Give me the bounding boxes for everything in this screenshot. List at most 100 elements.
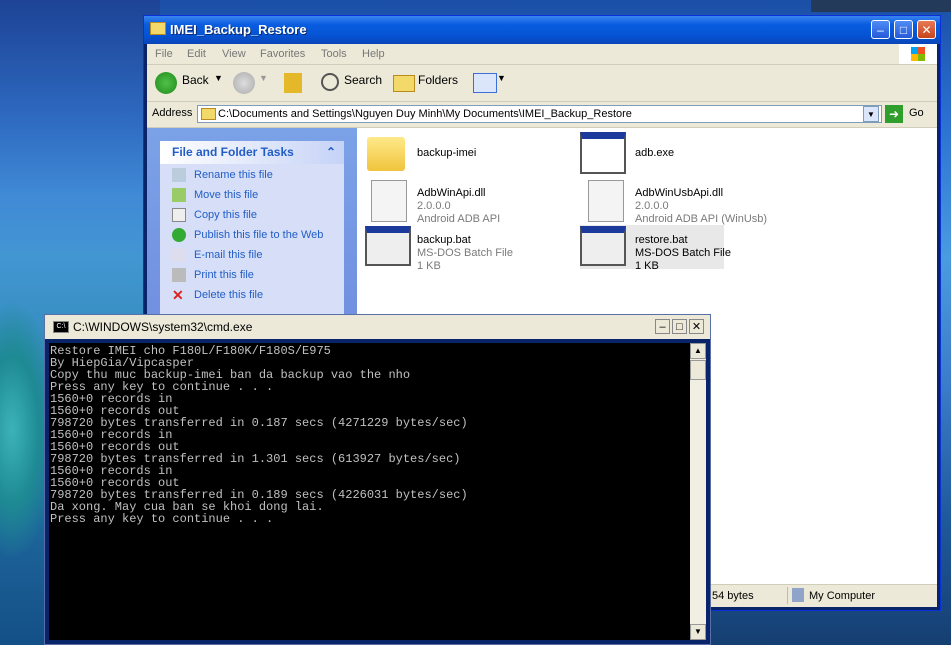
dll-gear-icon bbox=[371, 180, 407, 222]
explorer-title: IMEI_Backup_Restore bbox=[170, 22, 307, 37]
address-bar: Address C:\Documents and Settings\Nguyen… bbox=[147, 102, 937, 128]
file-size: 1 KB bbox=[417, 260, 441, 272]
task-email[interactable]: E-mail this file bbox=[172, 248, 262, 262]
forward-arrow-icon[interactable] bbox=[233, 72, 255, 94]
cmd-window: C:\ C:\WINDOWS\system32\cmd.exe – □ ✕ Re… bbox=[44, 314, 711, 645]
task-copy[interactable]: Copy this file bbox=[172, 208, 257, 222]
background-window-edge bbox=[811, 0, 951, 12]
close-button[interactable]: ✕ bbox=[917, 20, 936, 39]
folder-icon bbox=[367, 137, 405, 171]
file-description: Android ADB API bbox=[417, 213, 501, 225]
console-scrollbar[interactable]: ▲ ▼ bbox=[690, 343, 706, 640]
folders-icon[interactable] bbox=[393, 75, 415, 92]
menu-favorites[interactable]: Favorites bbox=[260, 48, 305, 60]
cmd-title: C:\WINDOWS\system32\cmd.exe bbox=[73, 320, 253, 334]
folders-button[interactable]: Folders bbox=[418, 73, 458, 87]
task-label: Move this file bbox=[194, 188, 259, 201]
task-print[interactable]: Print this file bbox=[172, 268, 254, 282]
address-dropdown-icon[interactable]: ▼ bbox=[863, 106, 879, 122]
tasks-header[interactable]: File and Folder Tasks ⌃ bbox=[160, 141, 344, 164]
console-output[interactable]: Restore IMEI cho F180L/F180K/F180S/E975 B… bbox=[49, 343, 690, 640]
cmd-icon: C:\ bbox=[53, 321, 69, 333]
scroll-down-icon[interactable]: ▼ bbox=[690, 624, 706, 640]
back-dropdown-icon[interactable]: ▼ bbox=[214, 73, 223, 83]
menu-tools[interactable]: Tools bbox=[321, 48, 347, 60]
go-arrow-icon[interactable]: ➜ bbox=[885, 105, 903, 123]
file-name: adb.exe bbox=[635, 147, 675, 159]
file-version: 2.0.0.0 bbox=[417, 200, 451, 212]
up-folder-icon[interactable] bbox=[284, 73, 302, 93]
scroll-thumb[interactable] bbox=[690, 360, 706, 380]
file-name: backup.bat bbox=[417, 234, 471, 246]
cmd-titlebar[interactable]: C:\ C:\WINDOWS\system32\cmd.exe – □ ✕ bbox=[45, 315, 710, 339]
task-label: E-mail this file bbox=[194, 248, 263, 261]
file-type: MS-DOS Batch File bbox=[635, 247, 731, 259]
windows-logo bbox=[899, 44, 937, 64]
menu-bar: File Edit View Favorites Tools Help bbox=[147, 44, 937, 65]
move-icon bbox=[172, 188, 186, 202]
address-path: C:\Documents and Settings\Nguyen Duy Min… bbox=[218, 108, 632, 120]
menu-edit[interactable]: Edit bbox=[187, 48, 206, 60]
rename-icon bbox=[172, 168, 186, 182]
views-icon[interactable] bbox=[473, 73, 497, 93]
task-delete[interactable]: ✕ Delete this file bbox=[172, 288, 263, 302]
globe-icon bbox=[172, 228, 186, 242]
windows-flag-icon bbox=[911, 47, 925, 61]
dll-gear-icon bbox=[588, 180, 624, 222]
status-divider bbox=[787, 587, 788, 604]
folder-icon bbox=[150, 22, 166, 35]
menu-file[interactable]: File bbox=[155, 48, 173, 60]
back-button[interactable]: Back bbox=[182, 73, 209, 87]
file-name: restore.bat bbox=[635, 234, 688, 246]
delete-x-icon: ✕ bbox=[172, 287, 184, 303]
task-label: Delete this file bbox=[194, 288, 264, 301]
search-icon[interactable] bbox=[321, 73, 339, 91]
email-icon bbox=[172, 248, 186, 262]
batch-gear-icon bbox=[580, 226, 626, 266]
views-dropdown-icon[interactable]: ▼ bbox=[497, 73, 506, 83]
file-folder-tasks-panel: File and Folder Tasks ⌃ Rename this file… bbox=[160, 141, 344, 321]
copy-icon bbox=[172, 208, 186, 222]
maximize-button[interactable]: □ bbox=[894, 20, 913, 39]
file-name: AdbWinApi.dll bbox=[417, 187, 486, 199]
address-label: Address bbox=[152, 107, 193, 119]
menu-help[interactable]: Help bbox=[362, 48, 385, 60]
address-input[interactable]: C:\Documents and Settings\Nguyen Duy Min… bbox=[197, 105, 882, 123]
forward-dropdown-icon[interactable]: ▼ bbox=[259, 73, 268, 83]
file-version: 2.0.0.0 bbox=[635, 200, 669, 212]
console-line: Press any key to continue . . . bbox=[50, 512, 274, 526]
file-type: MS-DOS Batch File bbox=[417, 247, 513, 259]
task-label: Publish this file to the Web bbox=[194, 228, 324, 241]
file-name: AdbWinUsbApi.dll bbox=[635, 187, 724, 199]
batch-gear-icon bbox=[365, 226, 411, 266]
task-label: Rename this file bbox=[194, 168, 273, 181]
task-move[interactable]: Move this file bbox=[172, 188, 258, 202]
file-restore-bat[interactable]: restore.bat MS-DOS Batch File 1 KB bbox=[580, 225, 731, 272]
my-computer-icon bbox=[792, 588, 804, 602]
printer-icon bbox=[172, 268, 186, 282]
task-label: Copy this file bbox=[194, 208, 257, 221]
status-location: My Computer bbox=[809, 590, 876, 602]
back-arrow-icon[interactable] bbox=[155, 72, 177, 94]
search-button[interactable]: Search bbox=[344, 73, 382, 87]
cmd-maximize-button[interactable]: □ bbox=[672, 319, 687, 334]
file-description: Android ADB API (WinUsb) bbox=[635, 213, 768, 225]
collapse-chevron-icon[interactable]: ⌃ bbox=[326, 141, 336, 164]
exe-icon bbox=[580, 132, 626, 174]
scroll-up-icon[interactable]: ▲ bbox=[690, 343, 706, 359]
task-publish[interactable]: Publish this file to the Web bbox=[172, 228, 323, 242]
file-size: 1 KB bbox=[635, 260, 659, 272]
standard-toolbar: Back ▼ ▼ Search Folders ▼ bbox=[147, 65, 937, 102]
cmd-minimize-button[interactable]: – bbox=[655, 319, 670, 334]
menu-view[interactable]: View bbox=[222, 48, 246, 60]
minimize-button[interactable]: – bbox=[871, 20, 890, 39]
cmd-close-button[interactable]: ✕ bbox=[689, 319, 704, 334]
folder-icon bbox=[201, 108, 216, 120]
explorer-titlebar[interactable]: IMEI_Backup_Restore – □ ✕ bbox=[144, 16, 940, 44]
tasks-header-label: File and Folder Tasks bbox=[172, 145, 294, 159]
status-size: 54 bytes bbox=[712, 590, 754, 602]
go-button[interactable]: Go bbox=[909, 107, 924, 119]
task-label: Print this file bbox=[194, 268, 254, 281]
task-rename[interactable]: Rename this file bbox=[172, 168, 273, 182]
file-name: backup-imei bbox=[417, 147, 477, 159]
